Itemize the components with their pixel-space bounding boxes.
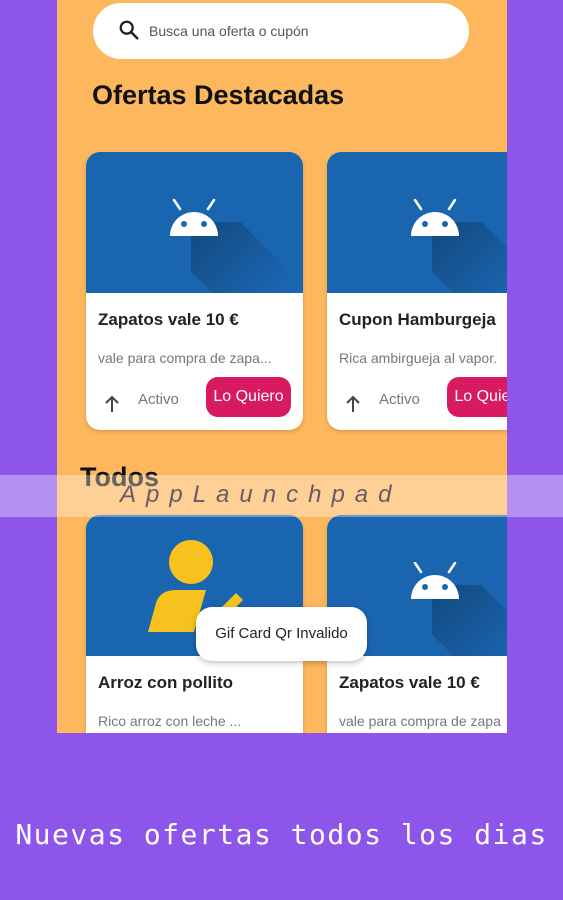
lo-quiero-button[interactable]: Lo Quiero: [447, 377, 507, 417]
android-icon: [411, 199, 459, 236]
toast-message: Gif Card Qr Invalido: [196, 607, 367, 661]
offer-card[interactable]: Zapatos vale 10 € vale para compra de za…: [86, 152, 303, 430]
watermark-text: AppLaunchpad: [120, 481, 402, 508]
arrow-up-icon[interactable]: [343, 394, 363, 414]
search-input[interactable]: Busca una oferta o cupón: [149, 23, 309, 39]
promo-caption: Nuevas ofertas todos los dias: [15, 818, 548, 851]
lo-quiero-button[interactable]: Lo Quiero: [206, 377, 291, 417]
android-icon: [170, 199, 218, 236]
card-description: Rico arroz con leche ...: [98, 713, 242, 729]
card-title: Cupon Hamburgeja: [339, 310, 496, 329]
featured-section-title: Ofertas Destacadas: [92, 80, 345, 110]
card-image: [86, 152, 303, 293]
offer-card[interactable]: Cupon Hamburgeja Rica ambirgueja al vapo…: [327, 152, 507, 430]
watermark-band: AppLaunchpad: [0, 475, 563, 517]
search-bar[interactable]: Busca una oferta o cupón: [93, 3, 469, 59]
card-title: Zapatos vale 10 €: [339, 673, 480, 692]
search-icon: [119, 20, 139, 40]
card-description: vale para compra de zapa...: [98, 350, 272, 366]
card-title: Zapatos vale 10 €: [98, 310, 239, 329]
android-icon: [411, 562, 459, 599]
card-title: Arroz con pollito: [98, 673, 234, 692]
card-status: Activo: [379, 391, 420, 408]
arrow-up-icon[interactable]: [102, 394, 122, 414]
card-description: vale para compra de zapa: [339, 713, 501, 729]
card-image: [327, 152, 507, 293]
card-description: Rica ambirgueja al vapor.: [339, 350, 497, 366]
card-status: Activo: [138, 391, 179, 408]
